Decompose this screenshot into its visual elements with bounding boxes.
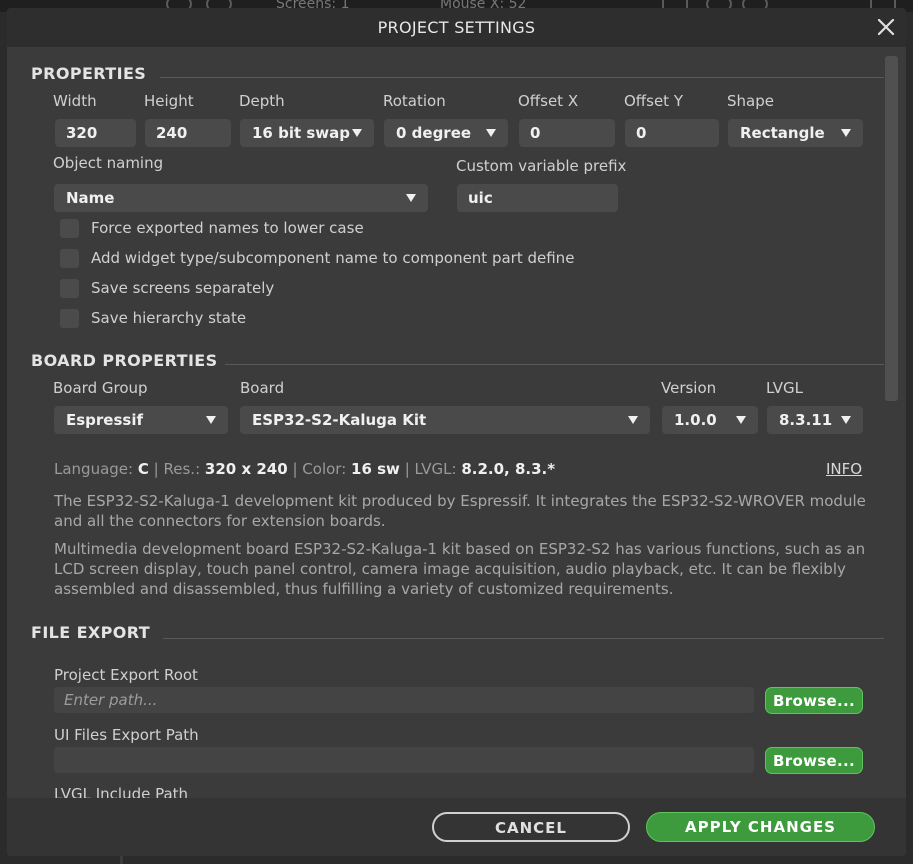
hierarchy-checkbox[interactable] [60,309,79,328]
height-label: Height [144,92,194,110]
offset-x-input[interactable]: 0 [519,119,615,147]
rotation-value: 0 degree [396,124,472,142]
height-input[interactable]: 240 [145,119,231,147]
apply-changes-button[interactable]: APPLY CHANGES [646,812,875,842]
properties-section-title: PROPERTIES [31,64,147,83]
save-screens-label: Save screens separately [91,279,275,297]
variable-prefix-input[interactable]: uic [457,184,618,212]
version-select[interactable]: 1.0.0 [662,406,758,434]
info-link[interactable]: INFO [826,460,862,478]
widget-type-label: Add widget type/subcomponent name to com… [91,249,575,267]
chevron-down-icon [406,194,416,202]
board-description-2: Multimedia development board ESP32-S2-Ka… [54,540,866,598]
depth-select[interactable]: 16 bit swap [240,119,374,147]
board-section-title: BOARD PROPERTIES [31,351,218,370]
dialog-scrollbar[interactable] [885,56,898,401]
variable-prefix-label: Custom variable prefix [456,157,627,175]
chevron-down-icon [352,129,362,137]
lower-case-checkbox[interactable] [60,219,79,238]
shape-select[interactable]: Rectangle [728,119,863,147]
shape-label: Shape [727,92,774,110]
object-naming-label: Object naming [53,154,164,172]
board-group-label: Board Group [53,379,148,397]
board-divider [225,364,884,365]
lvgl-include-path-label: LVGL Include Path [54,785,189,798]
board-group-value: Espressif [66,411,144,429]
version-value: 1.0.0 [674,411,717,429]
board-group-select[interactable]: Espressif [54,406,228,434]
object-naming-value: Name [66,189,115,207]
save-screens-checkbox[interactable] [60,279,79,298]
chevron-down-icon [736,416,746,424]
width-input[interactable]: 320 [55,119,136,147]
lvgl-value: 8.3.11 [779,411,833,429]
background-divider [120,856,123,864]
chevron-down-icon [486,129,496,137]
ui-files-export-label: UI Files Export Path [54,726,199,744]
project-export-browse-button[interactable]: Browse... [765,687,863,714]
rotation-label: Rotation [383,92,446,110]
offset-x-label: Offset X [518,92,579,110]
hierarchy-label: Save hierarchy state [91,309,247,327]
project-settings-dialog: PROJECT SETTINGS PROPERTIES Width 320 He… [7,8,906,856]
chevron-down-icon [841,129,851,137]
chevron-down-icon [206,416,216,424]
dialog-footer: CANCEL APPLY CHANGES [7,798,906,856]
board-label: Board [240,379,285,397]
dialog-title: PROJECT SETTINGS [377,18,536,37]
board-description-1: The ESP32-S2-Kaluga-1 development kit pr… [54,492,866,530]
offset-y-input[interactable]: 0 [625,119,719,147]
ui-files-export-input[interactable] [54,747,754,773]
ui-files-export-browse-button[interactable]: Browse... [765,747,863,774]
project-export-root-input[interactable]: Enter path... [54,687,754,713]
rotation-select[interactable]: 0 degree [384,119,508,147]
board-value: ESP32-S2-Kaluga Kit [252,411,427,429]
dialog-titlebar: PROJECT SETTINGS [7,8,906,47]
project-export-root-label: Project Export Root [54,666,198,684]
lvgl-select[interactable]: 8.3.11 [767,406,863,434]
shape-value: Rectangle [740,124,825,142]
dialog-content: PROPERTIES Width 320 Height 240 Depth 16… [7,47,906,798]
close-icon[interactable] [875,16,897,38]
object-naming-select[interactable]: Name [54,184,428,212]
board-info-line: Language: C | Res.: 320 x 240 | Color: 1… [54,460,556,478]
board-select[interactable]: ESP32-S2-Kaluga Kit [240,406,650,434]
version-label: Version [661,379,717,397]
lower-case-label: Force exported names to lower case [91,219,364,237]
cancel-button[interactable]: CANCEL [432,812,630,842]
widget-type-checkbox[interactable] [60,249,79,268]
file-export-section-title: FILE EXPORT [31,623,151,642]
lvgl-label: LVGL [766,379,803,397]
file-export-divider [163,638,884,639]
offset-y-label: Offset Y [624,92,683,110]
properties-divider [160,77,884,78]
depth-value: 16 bit swap [252,124,351,142]
depth-label: Depth [239,92,285,110]
chevron-down-icon [628,416,638,424]
width-label: Width [53,92,97,110]
chevron-down-icon [841,416,851,424]
